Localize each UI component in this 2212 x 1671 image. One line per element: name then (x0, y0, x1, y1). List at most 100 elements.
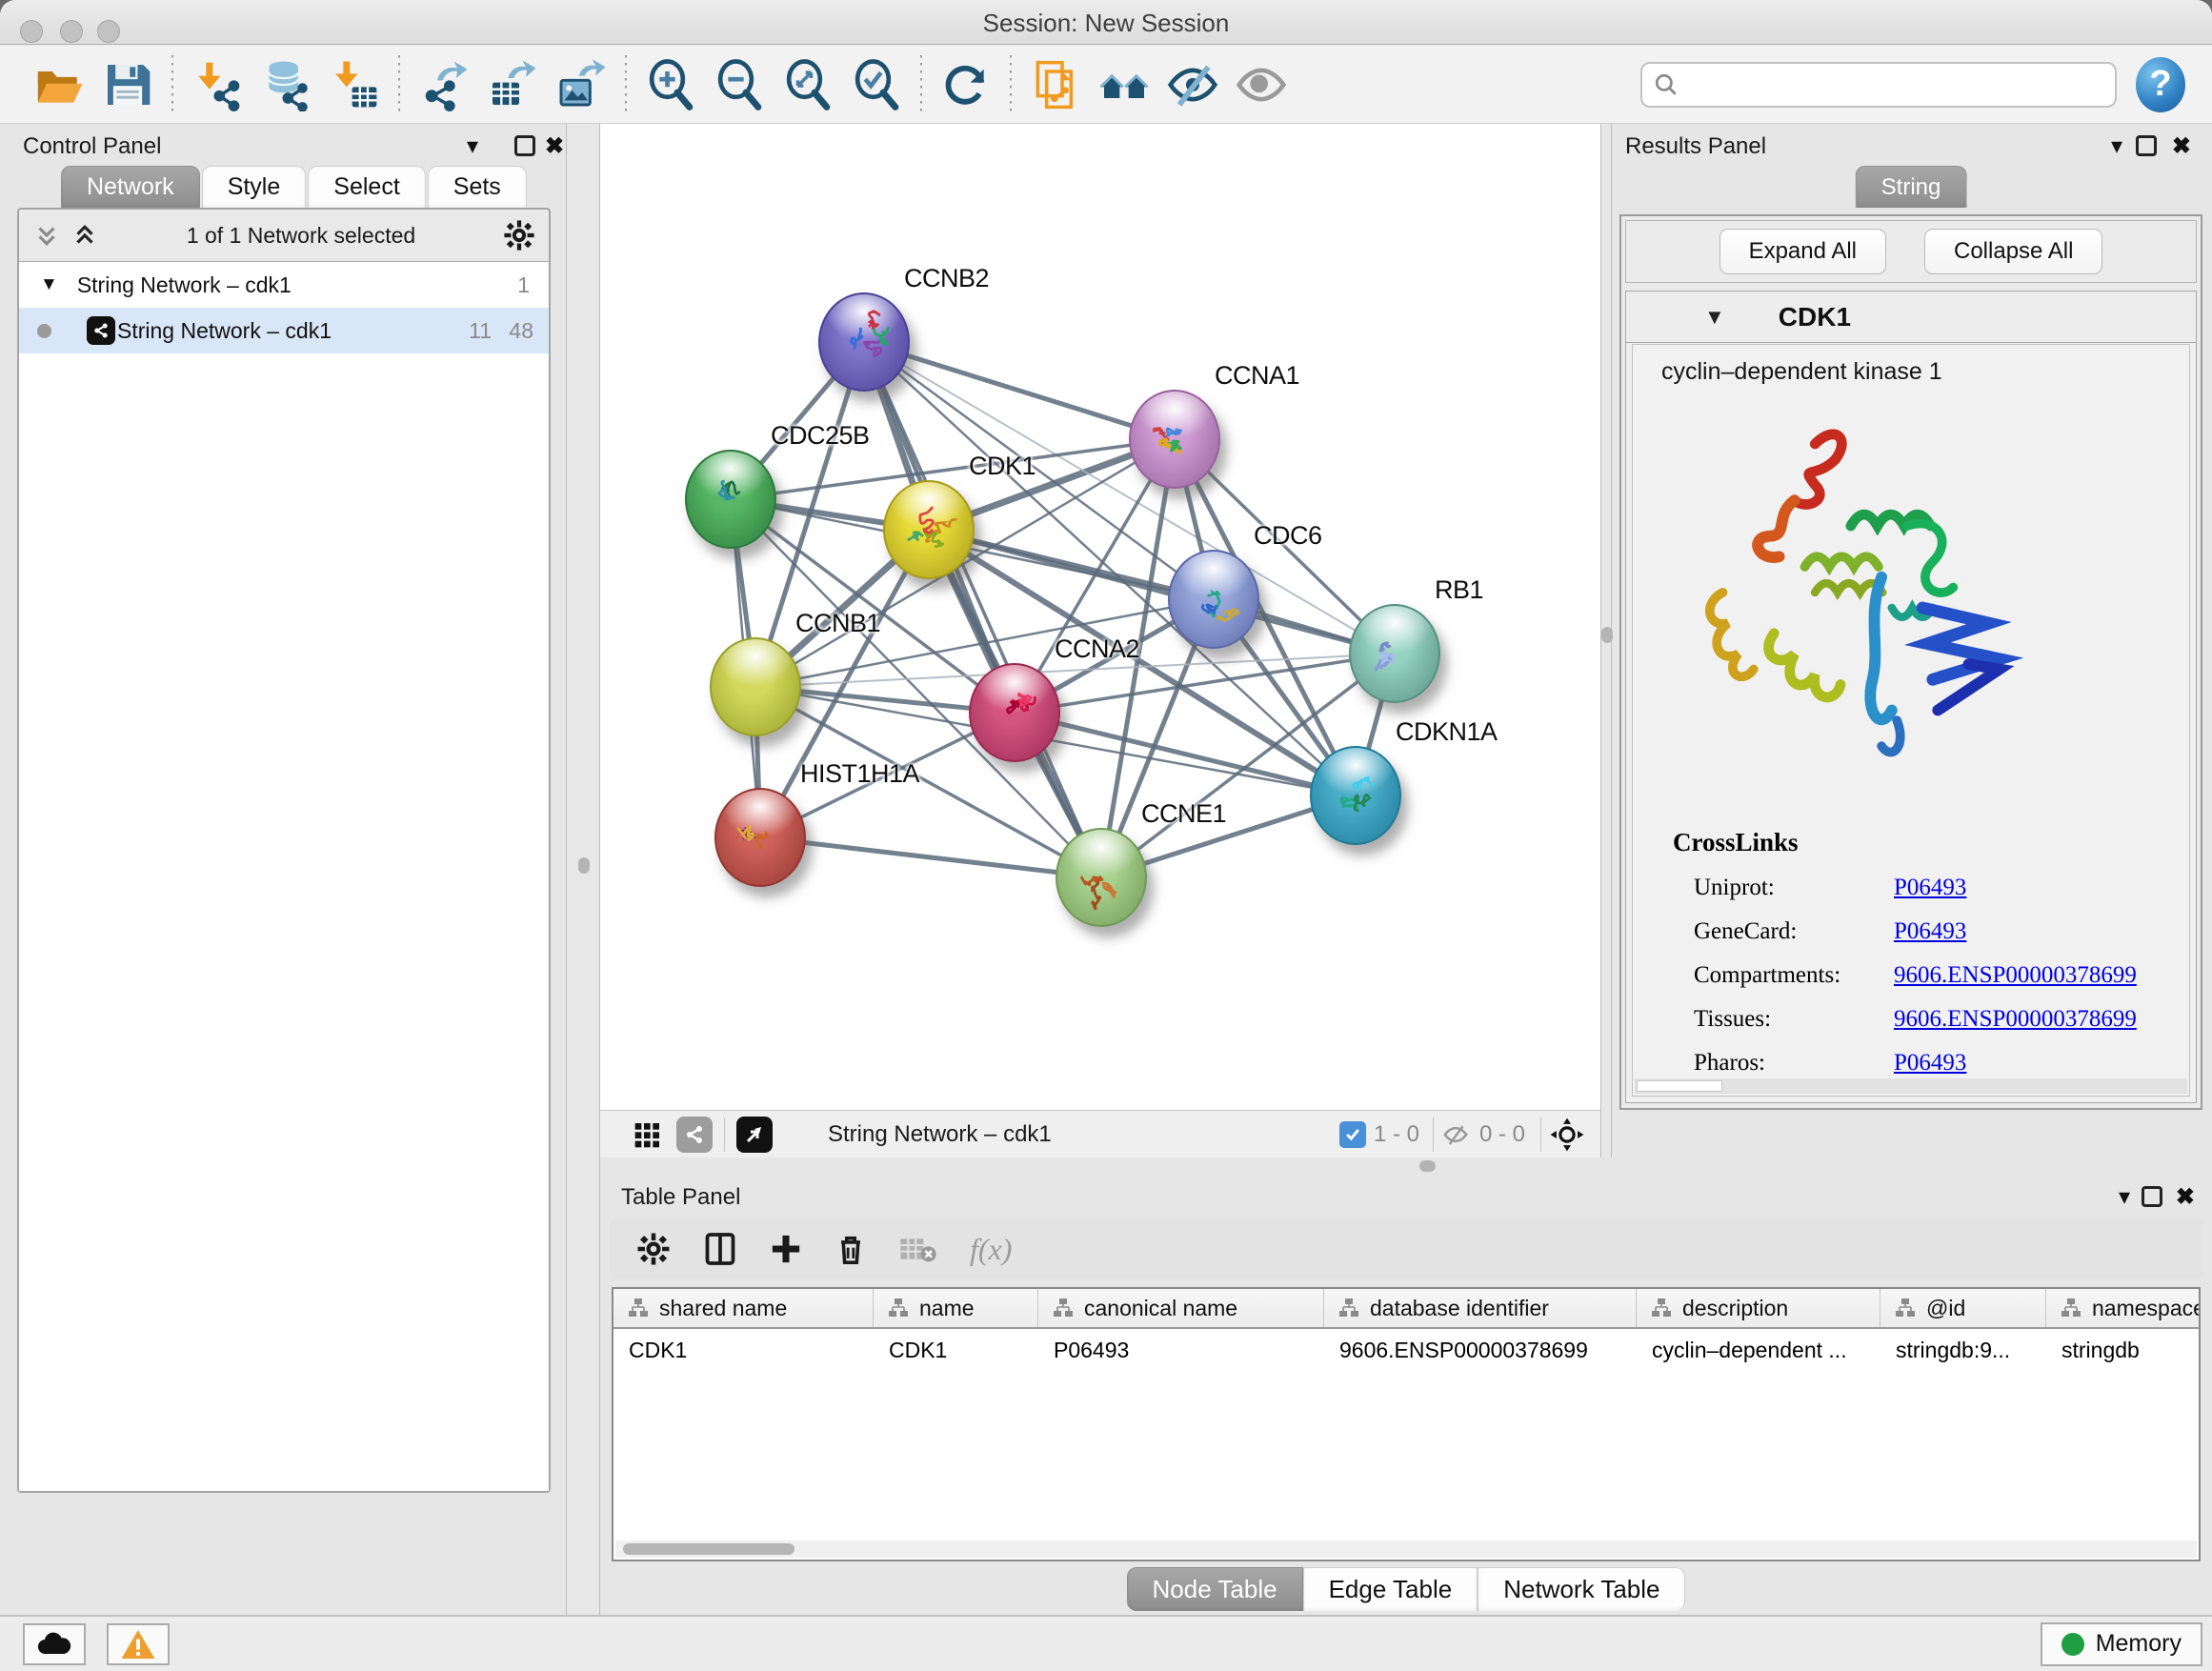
network-node-ccna1[interactable] (1129, 390, 1220, 489)
collapse-panel-icon[interactable]: ▾ (2119, 1186, 2130, 1209)
collapse-panel-icon[interactable]: ▾ (467, 135, 478, 158)
add-column-icon[interactable] (770, 1233, 802, 1265)
show-columns-icon[interactable] (703, 1232, 737, 1266)
column-header-shared-name[interactable]: shared name (613, 1289, 874, 1327)
home-button[interactable] (1090, 50, 1158, 119)
close-panel-icon[interactable]: ✖ (545, 135, 564, 158)
import-table-file-button[interactable] (320, 50, 389, 119)
search-box[interactable] (1640, 62, 2117, 108)
node-table[interactable]: shared namenamecanonical namedatabase id… (612, 1287, 2201, 1561)
save-session-button[interactable] (93, 50, 162, 119)
tab-string[interactable]: String (1856, 166, 1967, 208)
float-panel-icon[interactable] (514, 135, 535, 156)
scrollbar-thumb[interactable] (1637, 1080, 1722, 1092)
birdseye-view-icon[interactable] (736, 1117, 773, 1153)
scrollbar-thumb[interactable] (623, 1543, 794, 1555)
network-node-cdkn1a[interactable] (1310, 746, 1401, 845)
close-panel-icon[interactable]: ✖ (2176, 1186, 2195, 1209)
column-header--id[interactable]: @id (1880, 1289, 2046, 1327)
column-header-name[interactable]: name (874, 1289, 1038, 1327)
show-all-button[interactable] (1227, 50, 1296, 119)
table-cell[interactable]: stringdb:9... (1880, 1329, 2046, 1371)
import-network-file-button[interactable] (183, 50, 251, 119)
network-node-cdk1[interactable] (883, 480, 975, 579)
network-canvas[interactable]: CCNB2CCNA1CDC25BCDK1CDC6RB1CCNB1CCNA2CDK… (600, 124, 1600, 1110)
grid-view-icon[interactable] (633, 1119, 663, 1150)
tab-sets[interactable]: Sets (428, 166, 527, 208)
float-panel-icon[interactable] (2136, 135, 2157, 156)
search-input[interactable] (1688, 70, 2103, 99)
crosslink-value-link[interactable]: 9606.ENSP00000378699 (1894, 962, 2137, 989)
help-button[interactable]: ? (2136, 57, 2185, 112)
column-header-database-identifier[interactable]: database identifier (1324, 1289, 1637, 1327)
zoom-fit-button[interactable] (774, 50, 842, 119)
tab-edge-table[interactable]: Edge Table (1303, 1567, 1478, 1611)
pan-crosshair-icon[interactable] (1549, 1117, 1585, 1153)
left-splitter[interactable] (566, 124, 600, 1615)
hidden-eye-icon[interactable] (1439, 1120, 1472, 1149)
collapse-all-button[interactable]: Collapse All (1924, 229, 2102, 274)
table-cell[interactable]: P06493 (1038, 1329, 1324, 1371)
memory-button[interactable]: Memory (2041, 1622, 2202, 1666)
column-header-description[interactable]: description (1637, 1289, 1880, 1327)
network-edge[interactable] (864, 342, 1175, 439)
delete-column-icon[interactable] (835, 1233, 867, 1265)
splitter-handle[interactable] (578, 857, 590, 874)
crosslink-value-link[interactable]: P06493 (1894, 875, 1966, 901)
table-cell[interactable]: CDK1 (874, 1329, 1038, 1371)
zoom-out-button[interactable] (705, 50, 774, 119)
cloud-button[interactable] (23, 1623, 86, 1665)
expand-all-chevrons-icon[interactable] (32, 221, 61, 250)
table-cell[interactable]: cyclin–dependent ... (1637, 1329, 1880, 1371)
selected-checkbox-icon[interactable] (1339, 1121, 1366, 1148)
right-splitter[interactable] (1600, 124, 1612, 1158)
tab-style[interactable]: Style (202, 166, 307, 208)
collapse-panel-icon[interactable]: ▾ (2111, 135, 2122, 158)
tab-node-table[interactable]: Node Table (1127, 1567, 1303, 1611)
network-row-selected[interactable]: String Network – cdk1 11 48 (19, 308, 549, 353)
table-cell[interactable]: 9606.ENSP00000378699 (1324, 1329, 1637, 1371)
table-cell[interactable]: stringdb (2046, 1329, 2201, 1371)
export-network-button[interactable] (410, 50, 478, 119)
network-node-cdc6[interactable] (1168, 550, 1259, 649)
splitter-handle[interactable] (1419, 1160, 1436, 1172)
expand-all-button[interactable]: Expand All (1719, 229, 1886, 274)
tab-network[interactable]: Network (61, 166, 200, 208)
network-node-ccna2[interactable] (969, 663, 1060, 762)
gear-icon[interactable] (503, 219, 535, 252)
results-scrollbar[interactable] (1635, 1078, 2187, 1094)
open-session-button[interactable] (25, 50, 93, 119)
network-collection-row[interactable]: ▼ String Network – cdk1 1 (19, 262, 549, 308)
network-edge[interactable] (864, 342, 1101, 877)
import-network-database-button[interactable] (251, 50, 320, 119)
network-share-icon[interactable] (676, 1117, 713, 1153)
collapse-all-chevrons-icon[interactable] (70, 221, 99, 250)
copy-button[interactable] (1021, 50, 1090, 119)
crosslink-value-link[interactable]: P06493 (1894, 918, 1966, 945)
close-panel-icon[interactable]: ✖ (2172, 135, 2191, 158)
hide-selected-button[interactable] (1158, 50, 1227, 119)
tab-select[interactable]: Select (308, 166, 425, 208)
column-header-namespace[interactable]: namespace (2046, 1289, 2201, 1327)
table-gear-icon[interactable] (636, 1232, 671, 1266)
network-edge[interactable] (929, 530, 1395, 654)
entry-header[interactable]: ▼ CDK1 (1626, 292, 2196, 343)
network-node-ccne1[interactable] (1056, 828, 1147, 927)
tree-expand-caret-icon[interactable]: ▼ (40, 274, 58, 295)
table-row[interactable]: CDK1CDK1P064939606.ENSP00000378699cyclin… (613, 1329, 2199, 1371)
entry-collapse-caret-icon[interactable]: ▼ (1704, 305, 1725, 330)
float-panel-icon[interactable] (2142, 1186, 2162, 1207)
network-node-hist1h1a[interactable] (714, 788, 806, 887)
crosslink-value-link[interactable]: P06493 (1894, 1050, 1966, 1077)
warnings-button[interactable] (107, 1623, 170, 1665)
network-edge[interactable] (760, 837, 1101, 877)
zoom-in-button[interactable] (636, 50, 705, 119)
zoom-selected-button[interactable] (842, 50, 911, 119)
network-node-ccnb2[interactable] (818, 292, 910, 392)
tab-network-table[interactable]: Network Table (1478, 1567, 1685, 1611)
table-hscrollbar[interactable] (615, 1540, 2197, 1558)
refresh-button[interactable] (932, 50, 1000, 119)
network-node-rb1[interactable] (1349, 604, 1440, 703)
column-header-canonical-name[interactable]: canonical name (1038, 1289, 1324, 1327)
network-node-ccnb1[interactable] (710, 637, 801, 736)
